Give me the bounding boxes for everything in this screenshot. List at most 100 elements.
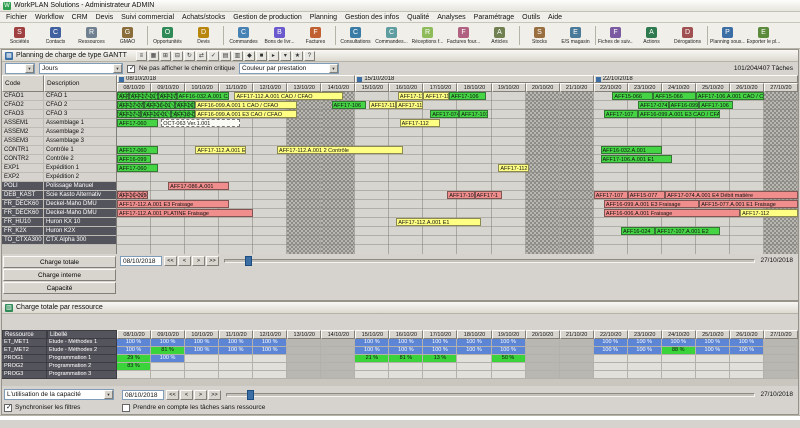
capacit-button[interactable]: Capacité <box>3 282 116 294</box>
factures-button[interactable]: F Factures <box>298 24 333 47</box>
menu-item-aide[interactable]: Aide <box>544 14 566 21</box>
gantt-task-bar[interactable]: AFF1 <box>117 92 129 100</box>
gmao-button[interactable]: G GMAO <box>110 24 145 47</box>
gantt-task-bar[interactable]: AFF16-01 <box>140 110 172 118</box>
resource-filter-combo[interactable]: ▼ <box>5 63 35 74</box>
r-ceptions-f-button[interactable]: R Réceptions f... <box>410 24 445 47</box>
d-rogations-button[interactable]: D Dérogations <box>670 24 705 47</box>
nav-last-button[interactable]: >> <box>206 255 219 266</box>
gantt-resource-row[interactable]: CFAO1 CFAO 1 <box>2 92 116 101</box>
gantt-task-bar[interactable]: AFF16-099 <box>117 155 152 163</box>
menu-item-devis[interactable]: Devis <box>92 14 118 21</box>
menu-item-crm[interactable]: CRM <box>68 14 92 21</box>
rows-icon[interactable]: ▤ <box>219 50 231 61</box>
gantt-task-bar[interactable]: AFF15-066 <box>612 92 654 100</box>
gantt-resource-row[interactable]: CONTR2 Contrôle 2 <box>2 155 116 164</box>
gantt-task-bar[interactable]: AFF17-112.A.001 E1 <box>396 218 482 226</box>
gantt-task-bar[interactable]: AFF17-106.A.001 CAO / CFAO <box>695 92 764 100</box>
gantt-task-bar[interactable]: AFF17-112 <box>368 101 397 109</box>
load-resource-row[interactable]: ET_MET2 Etude - Méthodes 2 100 % 81 % 100 % 1… <box>2 347 798 355</box>
load-start-date-field[interactable]: 08/10/2018 <box>122 389 164 400</box>
charge-totale-button[interactable]: Charge totale <box>3 256 116 268</box>
gantt-task-bar[interactable]: AFF17-112 <box>397 92 424 100</box>
menu-item-qualit[interactable]: Qualité <box>403 14 433 21</box>
exporter-le-pl-button[interactable]: E Exporter le pl... <box>746 24 781 47</box>
gantt-task-bar[interactable]: AFF16-01 <box>144 101 175 109</box>
gantt-task-bar[interactable]: AFF17-112 <box>396 101 424 109</box>
nav-last-button[interactable]: >> <box>208 389 221 400</box>
description-column-header[interactable]: Description <box>44 75 117 92</box>
opportunit-s-button[interactable]: O Opportunités <box>150 24 185 47</box>
articles-button[interactable]: A Articles <box>482 24 517 47</box>
gantt-task-bar[interactable]: AFF16-032.A.001 CAO <box>176 92 230 100</box>
gantt-task-bar[interactable]: AFF17-112.A.001 CAO / CFAO <box>234 92 344 100</box>
bons-de-livr-button[interactable]: B Bons de livr... <box>262 24 297 47</box>
gantt-task-bar[interactable]: AFF17-086.A.001 <box>168 182 230 190</box>
gantt-resource-row[interactable]: FR_K2X Huron K2X <box>2 227 116 236</box>
gantt-task-bar[interactable]: AFF16-099 <box>117 191 148 199</box>
gantt-resource-row[interactable]: CFAO3 CFAO 3 <box>2 110 116 119</box>
capacity-mode-combo[interactable]: L'utilisation de la capacité ▼ <box>4 389 114 400</box>
consultations-button[interactable]: C Consultations <box>338 24 373 47</box>
gantt-task-bar[interactable]: AFF17-1 <box>474 191 502 199</box>
gantt-task-bar[interactable]: AFF16-024 <box>620 227 655 235</box>
gantt-task-bar[interactable]: AFF17-112 <box>498 164 529 172</box>
zoom-out-icon[interactable]: ⊟ <box>171 50 183 61</box>
gantt-resource-row[interactable]: ASSEM2 Assemblage 2 <box>2 128 116 137</box>
gantt-task-bar[interactable]: AFF17-112 <box>399 119 441 127</box>
gantt-task-bar[interactable]: AFF17-107 <box>459 110 489 118</box>
factures-four-button[interactable]: F Factures four... <box>446 24 481 47</box>
critical-path-checkbox[interactable] <box>127 64 135 73</box>
load-resource-row[interactable]: PROG1 Programmation 1 29 % 100 % 21 % 81 % 13 … <box>2 355 798 363</box>
nav-first-button[interactable]: << <box>166 389 179 400</box>
commandes-button[interactable]: C Commandes <box>226 24 261 47</box>
gantt-task-bar[interactable]: AFF17-106.A.001 E1 <box>600 155 672 163</box>
gantt-resource-row[interactable]: CONTR1 Contrôle 1 <box>2 146 116 155</box>
gantt-task-bar[interactable]: AFF17-106 <box>699 101 734 109</box>
fiches-de-suiv-button[interactable]: F Fiches de suiv... <box>598 24 633 47</box>
e-s-magasin-button[interactable]: E E/S magasin <box>558 24 593 47</box>
color-mode-combo[interactable]: Couleur par prestation ▼ <box>238 63 339 74</box>
table-icon[interactable]: ▦ <box>147 50 159 61</box>
down-icon[interactable]: ▾ <box>279 50 291 61</box>
gantt-task-bar[interactable]: AFF17-060 <box>117 146 158 154</box>
gantt-task-bar[interactable]: AFF17-107.A.001 E2 <box>654 227 720 235</box>
gantt-task-bar[interactable]: AFF17-107 <box>593 191 628 199</box>
gantt-task-bar[interactable]: OCT-063 Ver.1.001 <box>161 119 240 127</box>
help-icon[interactable]: ? <box>303 50 315 61</box>
gantt-task-bar[interactable]: AFF16-099.A.001 1 CAO / CFAO <box>195 101 298 109</box>
gantt-task-bar[interactable]: AFF18-01 <box>171 110 196 118</box>
gantt-task-bar[interactable]: AFF16-099.A.001 E3 CAO / CFAO <box>195 110 298 118</box>
soci-t-s-button[interactable]: S Sociétés <box>2 24 37 47</box>
gantt-task-bar[interactable]: AFF17-106 <box>331 101 366 109</box>
gantt-task-bar[interactable]: AFF17-107 <box>603 110 638 118</box>
menu-item-achats-stocks[interactable]: Achats/stocks <box>178 14 229 21</box>
menu-item-suivi-commercial[interactable]: Suivi commercial <box>117 14 178 21</box>
commandes-button[interactable]: C Commandes... <box>374 24 409 47</box>
include-tasks-checkbox[interactable] <box>122 403 130 412</box>
gantt-task-bar[interactable]: AFF16-099.A.001 E3 Fraisage <box>603 200 700 208</box>
nav-prev-button[interactable]: < <box>180 389 193 400</box>
gantt-task-bar[interactable]: AFF17-112.A.001 PLATINE Fraisage <box>117 209 254 217</box>
load-resource-row[interactable]: ET_MET1 Etude - Méthodes 1 100 % 100 % 100 %… <box>2 339 798 347</box>
scrollbar-thumb[interactable] <box>247 389 255 400</box>
gantt-resource-row[interactable]: EXP1 Expédition 1 <box>2 164 116 173</box>
refresh-icon[interactable]: ↻ <box>183 50 195 61</box>
gantt-task-bar[interactable]: AFF16-006.A.001 Fraisage <box>603 209 741 217</box>
gantt-task-bar[interactable]: AFF16-032.A.001 <box>600 146 662 154</box>
gantt-task-bar[interactable]: AFF17-074 <box>637 101 669 109</box>
gantt-task-bar[interactable]: AFF17-074 <box>430 110 460 118</box>
gantt-task-bar[interactable]: AFF17-112 <box>423 92 449 100</box>
gantt-task-bar[interactable]: AFF17-060 <box>117 164 158 172</box>
load-timeline-scrollbar[interactable] <box>226 389 756 400</box>
nav-next-button[interactable]: > <box>192 255 205 266</box>
star-icon[interactable]: ★ <box>291 50 303 61</box>
menu-item-planning[interactable]: Planning <box>306 14 341 21</box>
gantt-task-bar[interactable]: AFF17-112.A.001 E1 <box>195 146 247 154</box>
code-column-header[interactable]: Code <box>2 75 44 92</box>
gantt-timeline-scrollbar[interactable] <box>224 255 756 266</box>
gantt-task-bar[interactable]: AFF17-106 <box>448 92 487 100</box>
stop-icon[interactable]: ■ <box>255 50 267 61</box>
play-icon[interactable]: ▸ <box>267 50 279 61</box>
nav-first-button[interactable]: << <box>164 255 177 266</box>
